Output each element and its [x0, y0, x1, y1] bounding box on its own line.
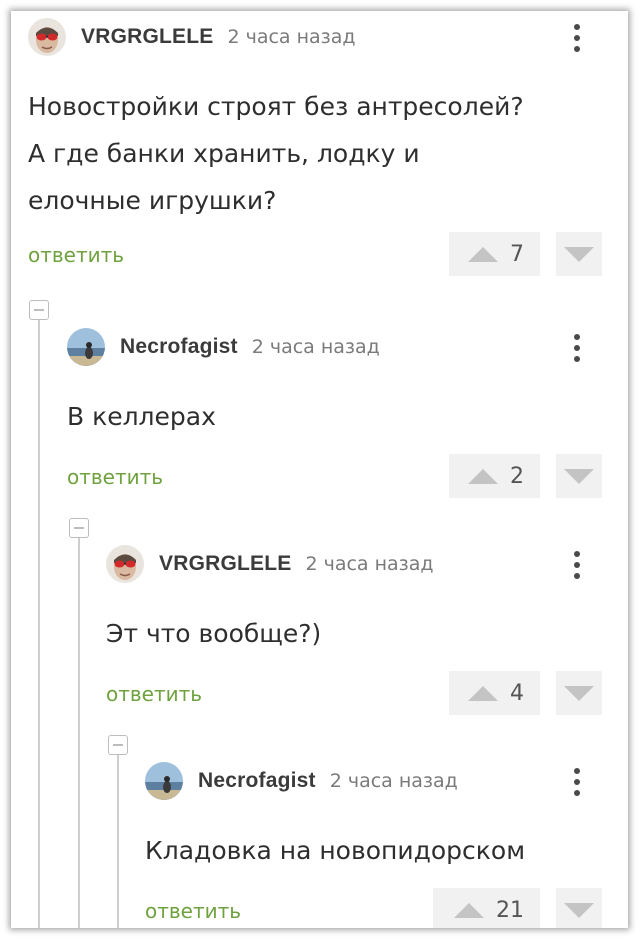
- timestamp: 2 часа назад: [329, 770, 458, 792]
- comment-3: VRGRGLELE 2 часа назад Эт что вообще?) о…: [106, 544, 628, 724]
- thread-line-level-2: [78, 537, 80, 928]
- collapse-minus-icon: [34, 309, 44, 311]
- sunglasses-avatar-icon: [106, 545, 144, 583]
- comment-text-line: В келлерах: [67, 402, 216, 431]
- comment-text-line: елочные игрушки?: [28, 186, 277, 215]
- comment-4: Necrofagist 2 часа назад Кладовка на нов…: [145, 761, 628, 928]
- dot: [574, 345, 580, 351]
- comment-header: Necrofagist 2 часа назад: [67, 327, 380, 367]
- upvote-button[interactable]: 7: [449, 232, 540, 276]
- timestamp: 2 часа назад: [227, 26, 356, 48]
- username[interactable]: Necrofagist: [120, 335, 238, 359]
- downvote-button[interactable]: [556, 454, 602, 498]
- comment-header: Necrofagist 2 часа назад: [145, 761, 458, 801]
- dot: [574, 356, 580, 362]
- collapse-button-level-1[interactable]: [29, 300, 49, 320]
- collapse-button-level-3[interactable]: [108, 735, 128, 755]
- reply-link[interactable]: ответить: [28, 243, 124, 267]
- reply-link[interactable]: ответить: [145, 899, 241, 923]
- thread-line-level-1: [38, 319, 40, 928]
- comment-2: Necrofagist 2 часа назад В келлерах отве…: [67, 327, 628, 507]
- vote-score: 21: [496, 897, 524, 923]
- upvote-button[interactable]: 4: [449, 671, 540, 715]
- dot: [574, 46, 580, 52]
- upvote-button[interactable]: 21: [433, 888, 540, 928]
- avatar[interactable]: [67, 328, 105, 366]
- more-vertical-icon: [574, 334, 580, 340]
- username[interactable]: VRGRGLELE: [159, 552, 291, 576]
- beach-avatar-icon: [145, 762, 183, 800]
- downvote-arrow-icon: [564, 246, 594, 262]
- collapse-minus-icon: [74, 527, 84, 529]
- collapse-button-level-2[interactable]: [69, 518, 89, 538]
- dot: [574, 35, 580, 41]
- more-options-button[interactable]: [565, 547, 589, 583]
- upvote-arrow-icon: [468, 685, 498, 701]
- avatar[interactable]: [28, 18, 66, 56]
- downvote-arrow-icon: [564, 468, 594, 484]
- upvote-button[interactable]: 2: [449, 454, 540, 498]
- beach-avatar-icon: [67, 328, 105, 366]
- timestamp: 2 часа назад: [305, 553, 434, 575]
- comment-header: VRGRGLELE 2 часа назад: [28, 17, 356, 57]
- more-vertical-icon: [574, 24, 580, 30]
- comment-1: VRGRGLELE 2 часа назад Новостройки строя…: [28, 17, 628, 287]
- downvote-arrow-icon: [564, 902, 594, 918]
- vote-score: 7: [510, 241, 524, 267]
- comment-text-line: А где банки хранить, лодку и: [28, 139, 420, 168]
- reply-link[interactable]: ответить: [106, 682, 202, 706]
- dot: [574, 573, 580, 579]
- dot: [574, 779, 580, 785]
- reply-link[interactable]: ответить: [67, 465, 163, 489]
- comment-thread: VRGRGLELE 2 часа назад Новостройки строя…: [11, 11, 628, 928]
- downvote-button[interactable]: [556, 671, 602, 715]
- vote-score: 4: [510, 680, 524, 706]
- timestamp: 2 часа назад: [251, 336, 380, 358]
- downvote-arrow-icon: [564, 685, 594, 701]
- downvote-button[interactable]: [556, 232, 602, 276]
- upvote-arrow-icon: [454, 902, 484, 918]
- thread-line-level-3: [117, 754, 119, 928]
- avatar[interactable]: [145, 762, 183, 800]
- more-vertical-icon: [574, 768, 580, 774]
- comment-text-line: Новостройки строят без антресолей?: [28, 92, 524, 121]
- dot: [574, 562, 580, 568]
- more-options-button[interactable]: [565, 330, 589, 366]
- comment-text-line: Кладовка на новопидорском: [145, 836, 526, 865]
- username[interactable]: VRGRGLELE: [81, 25, 213, 49]
- username[interactable]: Necrofagist: [198, 769, 316, 793]
- comment-text-line: Эт что вообще?): [106, 619, 322, 648]
- upvote-arrow-icon: [468, 468, 498, 484]
- dot: [574, 790, 580, 796]
- downvote-button[interactable]: [556, 888, 602, 928]
- vote-score: 2: [510, 463, 524, 489]
- comment-header: VRGRGLELE 2 часа назад: [106, 544, 434, 584]
- upvote-arrow-icon: [468, 246, 498, 262]
- more-vertical-icon: [574, 551, 580, 557]
- collapse-minus-icon: [113, 744, 123, 746]
- avatar[interactable]: [106, 545, 144, 583]
- more-options-button[interactable]: [565, 764, 589, 800]
- sunglasses-avatar-icon: [28, 18, 66, 56]
- more-options-button[interactable]: [565, 20, 589, 56]
